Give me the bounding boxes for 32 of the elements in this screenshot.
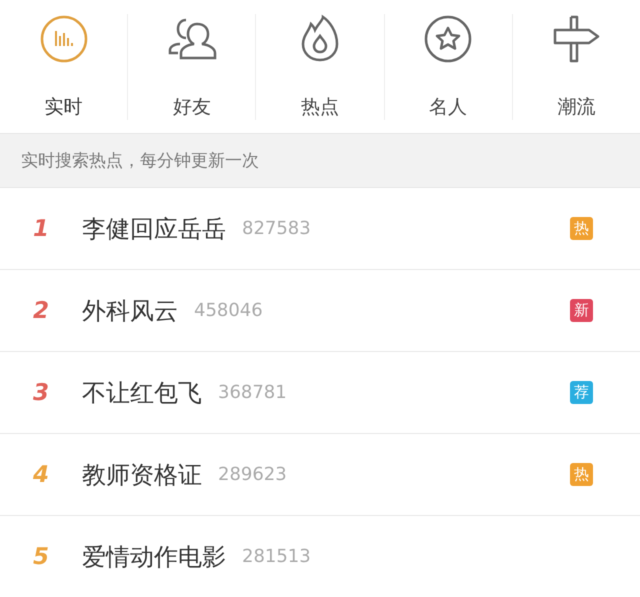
category-tab[interactable]: 名人 — [384, 14, 512, 120]
rank-number: 4 — [32, 462, 50, 488]
rank-number: 2 — [32, 298, 50, 324]
caption-text: 实时搜索热点，每分钟更新一次 — [21, 150, 259, 172]
search-count: 281513 — [242, 546, 311, 567]
trend-row[interactable]: 5 爱情动作电影 281513 — [0, 516, 640, 597]
trend-row[interactable]: 1 李健回应岳岳 827583 热 — [0, 188, 640, 270]
search-count: 368781 — [218, 382, 287, 403]
trend-row[interactable]: 3 不让红包飞 368781 荐 — [0, 352, 640, 434]
topic-title: 爱情动作电影 — [82, 542, 226, 572]
topic-title: 教师资格证 — [82, 460, 202, 490]
search-count: 289623 — [218, 464, 287, 485]
topic-badge: 新 — [570, 299, 593, 322]
trend-row[interactable]: 4 教师资格证 289623 热 — [0, 434, 640, 516]
category-tab[interactable]: 潮流 — [512, 14, 640, 120]
category-tab[interactable]: 好友 — [127, 14, 256, 120]
topic-title: 不让红包飞 — [82, 378, 202, 408]
topic-badge: 荐 — [570, 381, 593, 404]
category-tab[interactable]: 热点 — [255, 14, 384, 120]
rank-number: 5 — [32, 544, 50, 570]
topic-badge: 热 — [570, 463, 593, 486]
signpost-icon — [551, 14, 602, 64]
rank-number: 3 — [32, 380, 50, 406]
chart-icon — [38, 14, 89, 64]
topic-title: 外科风云 — [82, 296, 178, 326]
search-count: 458046 — [194, 300, 263, 321]
topic-badge: 热 — [570, 217, 593, 240]
category-tab[interactable]: 实时 — [0, 14, 128, 120]
search-count: 827583 — [242, 218, 311, 239]
topic-title: 李健回应岳岳 — [82, 214, 226, 244]
rank-number: 1 — [32, 216, 50, 242]
trend-row[interactable]: 2 外科风云 458046 新 — [0, 270, 640, 352]
